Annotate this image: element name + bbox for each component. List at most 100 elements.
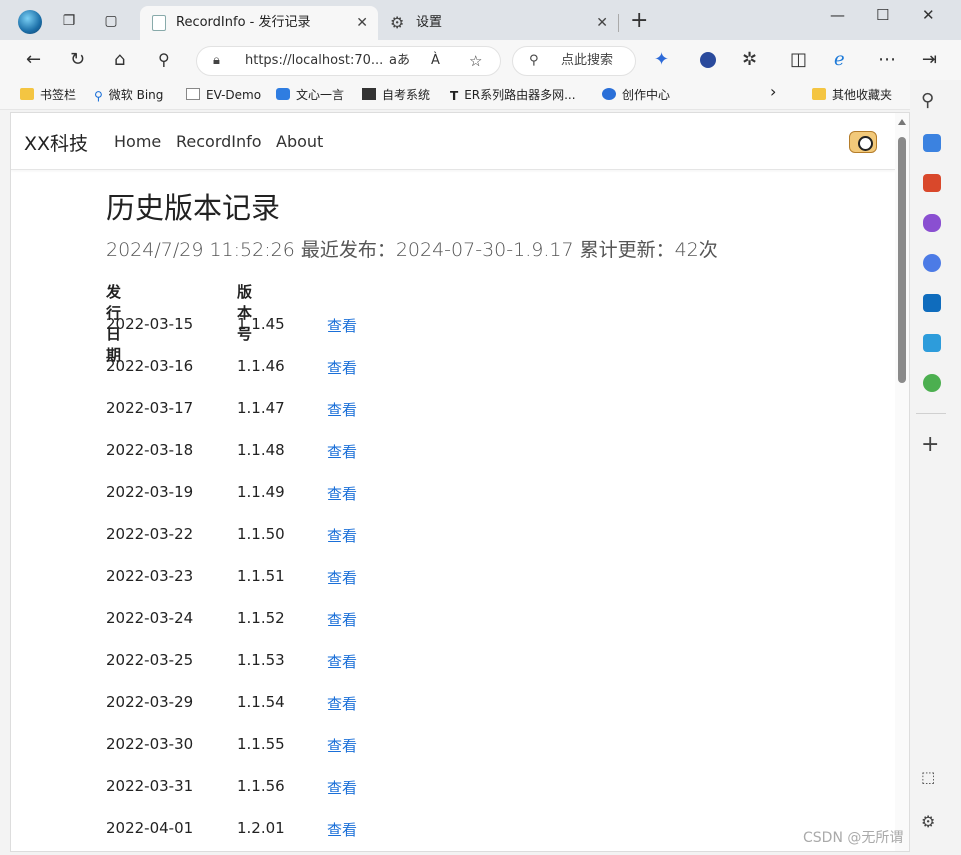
workspaces-icon[interactable]: ❐ — [60, 12, 78, 30]
site-brand[interactable]: XX科技 — [24, 129, 88, 156]
logo-icon — [276, 88, 290, 100]
split-screen-icon[interactable]: ◫ — [790, 49, 807, 71]
close-icon[interactable]: ✕ — [596, 6, 608, 40]
bookmark-ev-demo[interactable]: EV-Demo — [186, 87, 261, 103]
table-row: 2022-03-25 1.1.53 查看 — [106, 651, 506, 693]
immersive-reader-icon[interactable]: À — [431, 47, 440, 75]
version-number: 1.1.47 — [237, 399, 285, 417]
tab-recordinfo[interactable]: RecordInfo - 发行记录 ✕ — [140, 6, 378, 40]
router-icon: T — [450, 89, 459, 103]
nav-home[interactable]: Home — [114, 132, 161, 151]
view-link[interactable]: 查看 — [327, 483, 357, 504]
view-link[interactable]: 查看 — [327, 567, 357, 588]
favorite-star-icon[interactable]: ☆ — [469, 47, 482, 75]
bookmark-label: 自考系统 — [382, 88, 431, 102]
table-row: 2022-03-18 1.1.48 查看 — [106, 441, 506, 483]
view-link[interactable]: 查看 — [327, 441, 357, 462]
extensions-icon[interactable]: ✲ — [742, 49, 757, 71]
release-date: 2022-03-30 — [106, 735, 194, 753]
view-link[interactable]: 查看 — [327, 693, 357, 714]
view-link[interactable]: 查看 — [327, 651, 357, 672]
nav-about[interactable]: About — [276, 132, 323, 151]
tab-title: 设置 — [416, 15, 443, 30]
read-aloud-icon[interactable]: aあ — [389, 47, 410, 75]
profile-avatar[interactable] — [18, 10, 42, 34]
address-url[interactable]: https://localhost:70... — [245, 47, 383, 75]
outlook-icon[interactable] — [923, 294, 941, 312]
bookmark-other[interactable]: 其他收藏夹 — [812, 87, 892, 103]
bookmark-label: 文心一言 — [296, 88, 345, 102]
window-close-button[interactable]: ✕ — [922, 6, 935, 24]
bookmark-folder[interactable]: 书签栏 — [20, 87, 76, 103]
table-row: 2022-03-23 1.1.51 查看 — [106, 567, 506, 609]
search-icon[interactable]: ⚲ — [158, 49, 170, 71]
tab-actions-icon[interactable]: ▢ — [102, 12, 120, 30]
extension-puzzle-icon[interactable]: ✦ — [654, 49, 669, 71]
version-number: 1.1.56 — [237, 777, 285, 795]
view-link[interactable]: 查看 — [327, 609, 357, 630]
home-icon[interactable]: ⌂ — [114, 49, 125, 71]
tree-icon[interactable] — [923, 374, 941, 392]
version-number: 1.1.50 — [237, 525, 285, 543]
maximize-button[interactable]: ☐ — [876, 6, 889, 24]
browser-window: ❐ ▢ RecordInfo - 发行记录 ✕ ⚙ 设置 ✕ + — ☐ ✕ ←… — [0, 0, 961, 855]
page-favicon-icon — [152, 15, 166, 31]
tab-divider — [618, 14, 619, 32]
view-link[interactable]: 查看 — [327, 525, 357, 546]
scroll-up-icon[interactable] — [898, 119, 906, 125]
version-number: 1.1.55 — [237, 735, 285, 753]
version-number: 1.1.46 — [237, 357, 285, 375]
view-link[interactable]: 查看 — [327, 735, 357, 756]
tab-settings[interactable]: ⚙ 设置 ✕ — [380, 6, 618, 40]
bookmark-bing[interactable]: ⚲ 微软 Bing — [94, 87, 163, 103]
bookmark-creation[interactable]: 创作中心 — [602, 87, 670, 103]
table-row: 2022-03-19 1.1.49 查看 — [106, 483, 506, 525]
extension-badge-icon[interactable] — [700, 52, 716, 68]
panda-avatar-icon[interactable] — [849, 131, 877, 153]
release-date: 2022-03-29 — [106, 693, 194, 711]
release-date: 2022-03-15 — [106, 315, 194, 333]
table-row: 2022-03-17 1.1.47 查看 — [106, 399, 506, 441]
bookmark-router[interactable]: T ER系列路由器多网... — [450, 87, 576, 103]
sidebar-toggle-icon[interactable]: ⇥ — [922, 49, 937, 71]
view-link[interactable]: 查看 — [327, 819, 357, 840]
shopping-tag-icon[interactable] — [923, 134, 941, 152]
view-link[interactable]: 查看 — [327, 777, 357, 798]
scrollbar[interactable] — [895, 113, 909, 851]
tools-icon[interactable] — [923, 174, 941, 192]
view-link[interactable]: 查看 — [327, 315, 357, 336]
nav-recordinfo[interactable]: RecordInfo — [176, 132, 262, 151]
bookmarks-bar: 书签栏 ⚲ 微软 Bing EV-Demo 文心一言 自考系统 T ER系列路由器多… — [0, 80, 910, 110]
view-link[interactable]: 查看 — [327, 357, 357, 378]
copilot-icon[interactable] — [923, 254, 941, 272]
release-date: 2022-03-18 — [106, 441, 194, 459]
add-icon[interactable]: + — [921, 432, 939, 457]
app-icon — [362, 88, 376, 100]
refresh-icon[interactable]: ↻ — [70, 49, 85, 71]
release-date: 2022-03-31 — [106, 777, 194, 795]
send-icon[interactable] — [923, 334, 941, 352]
address-bar[interactable]: 🔒︎ https://localhost:70... aあ À ☆ — [196, 46, 501, 76]
release-date: 2022-03-23 — [106, 567, 194, 585]
bookmark-wenxin[interactable]: 文心一言 — [276, 87, 344, 103]
lock-icon[interactable]: 🔒︎ — [213, 47, 220, 75]
version-number: 1.1.51 — [237, 567, 285, 585]
chevron-right-icon[interactable]: › — [770, 84, 776, 100]
search-icon[interactable]: ⚲ — [921, 90, 934, 111]
search-box[interactable]: ⚲ 点此搜索 — [512, 46, 636, 76]
edge-bar-icon[interactable]: ℯ — [834, 49, 845, 71]
view-link[interactable]: 查看 — [327, 399, 357, 420]
gear-icon[interactable]: ⚙ — [921, 812, 935, 831]
screenshot-icon[interactable]: ⬚ — [921, 768, 935, 786]
more-menu-icon[interactable]: ⋯ — [878, 49, 896, 71]
scrollbar-thumb[interactable] — [898, 137, 906, 383]
games-icon[interactable] — [923, 214, 941, 232]
bookmark-label: 书签栏 — [40, 88, 77, 102]
bookmark-label: 创作中心 — [622, 88, 671, 102]
new-tab-button[interactable]: + — [630, 8, 648, 33]
bookmark-label: 其他收藏夹 — [832, 88, 893, 102]
minimize-button[interactable]: — — [830, 6, 845, 24]
back-icon[interactable]: ← — [26, 49, 41, 71]
bookmark-zikao[interactable]: 自考系统 — [362, 87, 430, 103]
close-icon[interactable]: ✕ — [356, 6, 368, 40]
